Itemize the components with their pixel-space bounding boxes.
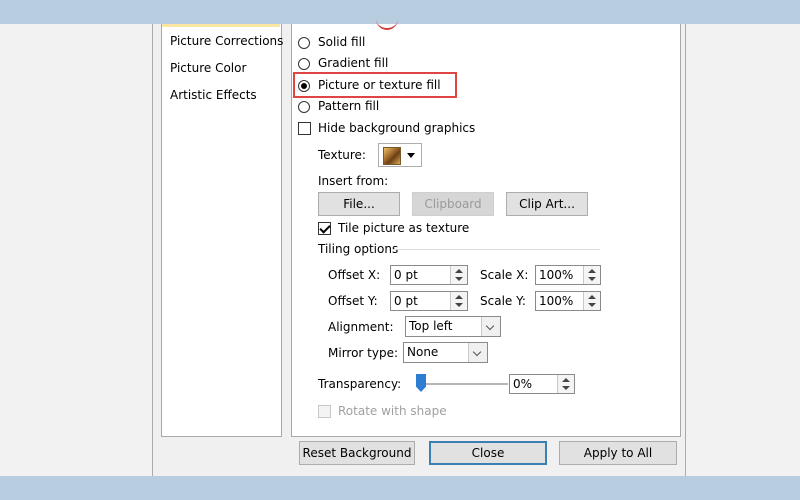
- offset-y-value[interactable]: 0 pt: [394, 294, 418, 308]
- offset-x-value[interactable]: 0 pt: [394, 268, 418, 282]
- offset-y-spinner[interactable]: 0 pt: [390, 291, 468, 311]
- apply-to-all-button[interactable]: Apply to All: [559, 441, 677, 465]
- gradient-fill-radio[interactable]: [298, 58, 310, 70]
- format-background-dialog: Picture Corrections Picture Color Artist…: [152, 24, 686, 476]
- transparency-slider-thumb[interactable]: [416, 374, 426, 392]
- transparency-spinner[interactable]: 0%: [509, 374, 575, 394]
- pattern-fill-label[interactable]: Pattern fill: [318, 99, 379, 113]
- transparency-slider-track[interactable]: [418, 383, 508, 385]
- transparency-value[interactable]: 0%: [513, 377, 532, 391]
- group-divider: [392, 249, 600, 250]
- alignment-select[interactable]: Top left: [405, 316, 501, 337]
- alignment-label: Alignment:: [328, 320, 394, 334]
- scale-x-label: Scale X:: [480, 268, 529, 282]
- chevron-down-icon[interactable]: [468, 343, 487, 362]
- bottom-banner: [0, 476, 800, 500]
- nav-selected-indicator: [162, 24, 280, 27]
- alignment-value[interactable]: Top left: [409, 319, 453, 333]
- texture-dropdown[interactable]: [378, 143, 422, 167]
- top-banner: [0, 0, 800, 24]
- category-nav: Picture Corrections Picture Color Artist…: [161, 24, 283, 437]
- transparency-label: Transparency:: [318, 377, 402, 391]
- texture-label: Texture:: [318, 148, 366, 162]
- chevron-down-icon[interactable]: [481, 317, 500, 336]
- spin-arrows-icon[interactable]: [557, 375, 574, 393]
- tile-texture-checkbox[interactable]: [318, 222, 331, 235]
- reset-background-button[interactable]: Reset Background: [299, 441, 415, 465]
- clip-art-button[interactable]: Clip Art...: [506, 192, 588, 216]
- scale-y-value[interactable]: 100%: [539, 294, 573, 308]
- scale-y-spinner[interactable]: 100%: [535, 291, 601, 311]
- close-button[interactable]: Close: [429, 441, 547, 465]
- annotation-arc: [376, 18, 398, 30]
- nav-item-artistic-effects[interactable]: Artistic Effects: [170, 88, 257, 102]
- hide-background-checkbox[interactable]: [298, 122, 311, 135]
- spin-arrows-icon[interactable]: [450, 292, 467, 310]
- texture-swatch-icon: [383, 147, 401, 165]
- spin-arrows-icon[interactable]: [450, 266, 467, 284]
- scale-y-label: Scale Y:: [480, 294, 526, 308]
- gradient-fill-label[interactable]: Gradient fill: [318, 56, 388, 70]
- offset-x-spinner[interactable]: 0 pt: [390, 265, 468, 285]
- rotate-with-shape-label: Rotate with shape: [338, 404, 447, 418]
- nav-item-picture-corrections[interactable]: Picture Corrections: [170, 34, 283, 48]
- offset-y-label: Offset Y:: [328, 294, 378, 308]
- rotate-with-shape-checkbox[interactable]: [318, 405, 331, 418]
- solid-fill-label[interactable]: Solid fill: [318, 35, 365, 49]
- spin-arrows-icon[interactable]: [583, 292, 600, 310]
- scale-x-spinner[interactable]: 100%: [535, 265, 601, 285]
- hide-background-label[interactable]: Hide background graphics: [318, 121, 475, 135]
- highlight-box: [293, 72, 457, 98]
- offset-x-label: Offset X:: [328, 268, 381, 282]
- clipboard-button[interactable]: Clipboard: [412, 192, 494, 216]
- file-button[interactable]: File...: [318, 192, 400, 216]
- pattern-fill-radio[interactable]: [298, 101, 310, 113]
- solid-fill-radio[interactable]: [298, 37, 310, 49]
- tile-texture-label[interactable]: Tile picture as texture: [338, 221, 469, 235]
- nav-item-picture-color[interactable]: Picture Color: [170, 61, 246, 75]
- dropdown-arrow-icon: [407, 153, 415, 158]
- tiling-options-title: Tiling options: [318, 242, 399, 256]
- mirror-type-value[interactable]: None: [407, 345, 438, 359]
- mirror-type-label: Mirror type:: [328, 346, 399, 360]
- scale-x-value[interactable]: 100%: [539, 268, 573, 282]
- mirror-type-select[interactable]: None: [403, 342, 488, 363]
- insert-from-label: Insert from:: [318, 174, 389, 188]
- spin-arrows-icon[interactable]: [583, 266, 600, 284]
